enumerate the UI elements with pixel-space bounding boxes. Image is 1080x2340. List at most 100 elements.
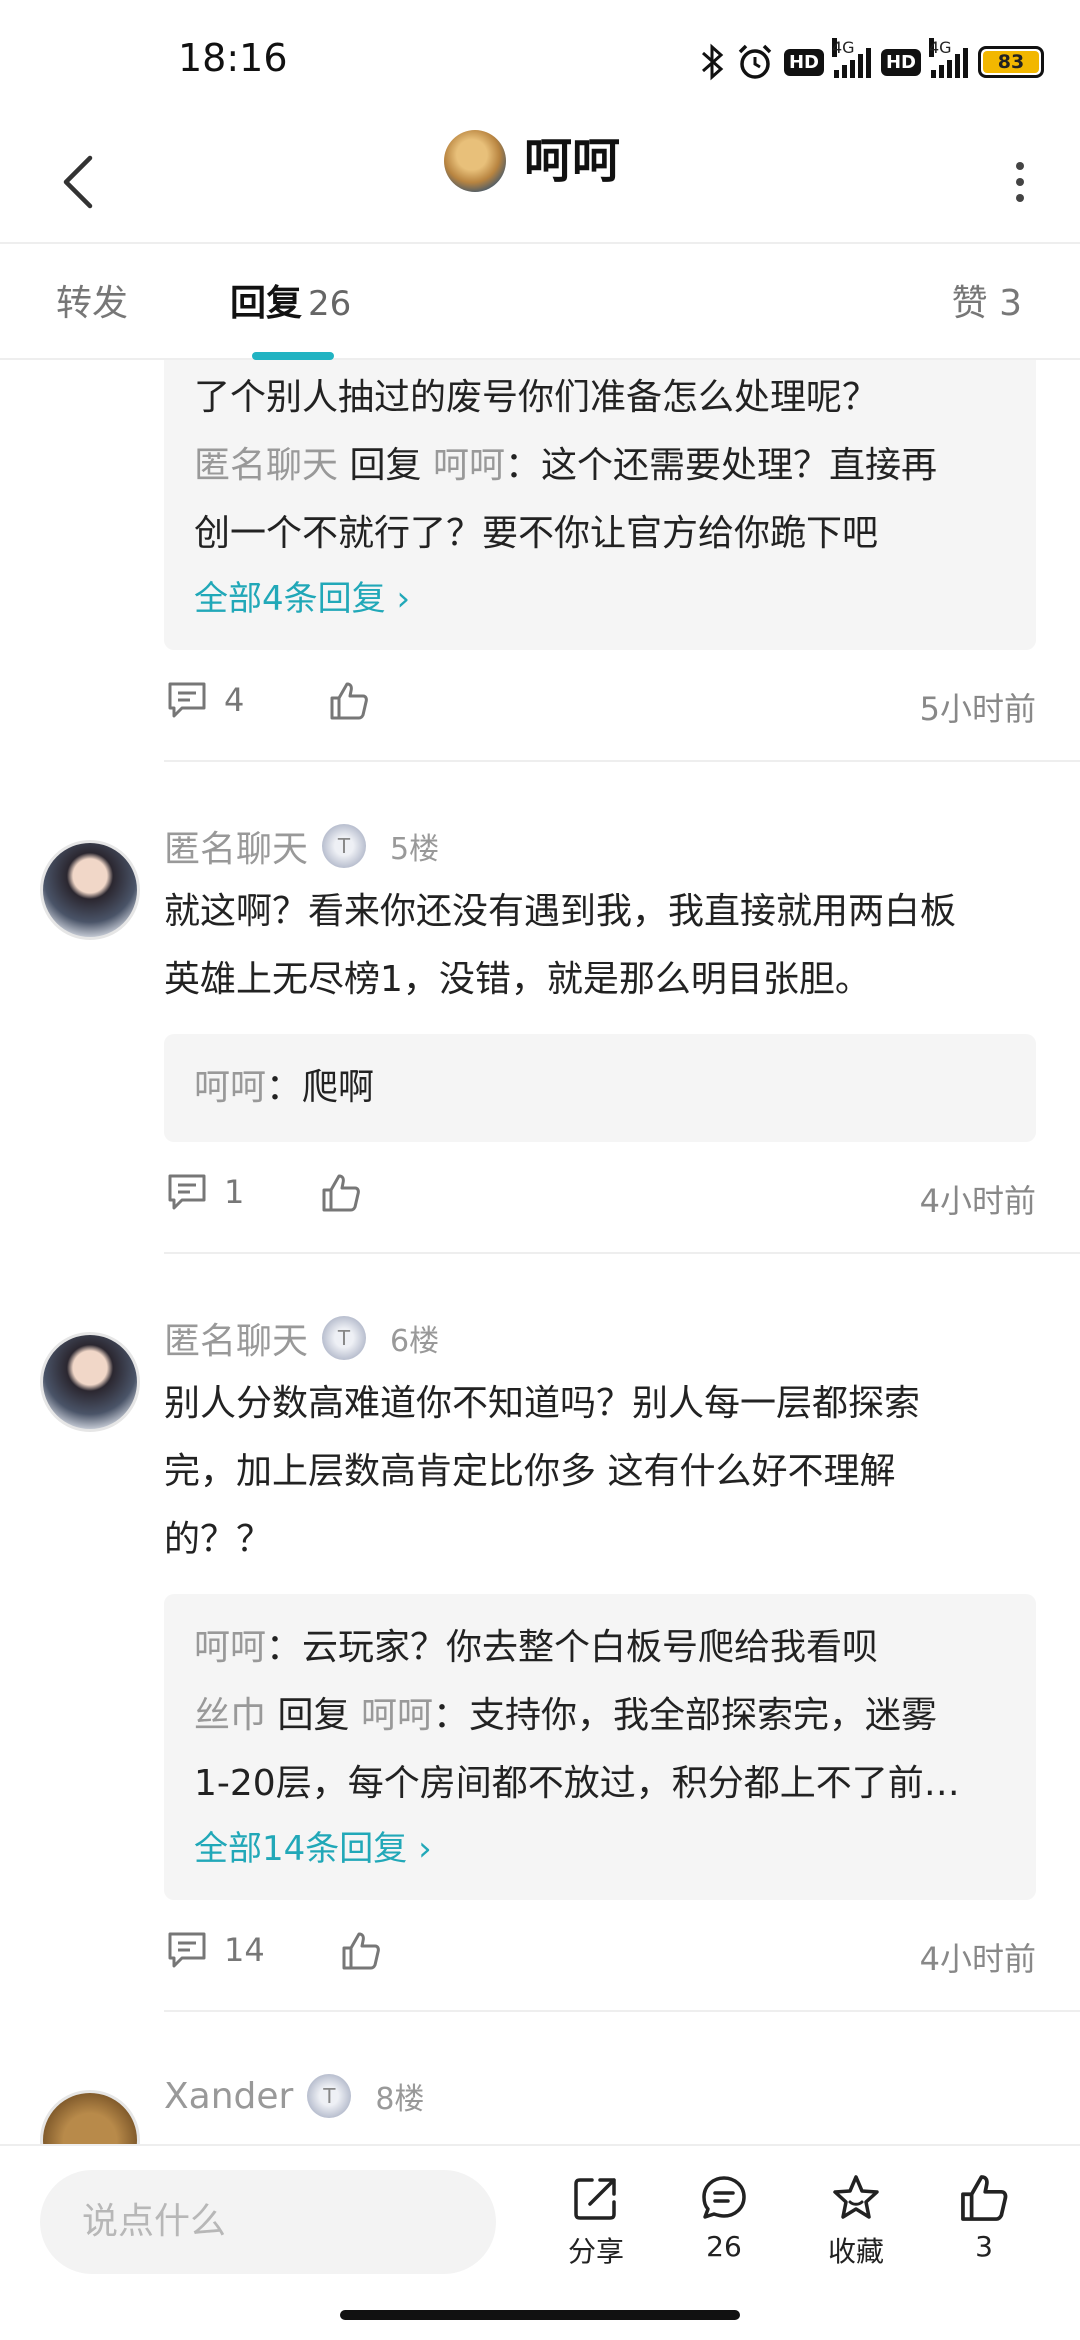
- star-icon: [833, 2175, 879, 2219]
- floor-number: 5楼: [390, 832, 440, 867]
- signal-icon: 4G: [929, 38, 968, 78]
- tab-likes[interactable]: 赞 3: [952, 274, 1022, 326]
- reply-thread-preview[interactable]: 了个别人抽过的废号你们准备怎么处理呢？ 匿名聊天 回复 呵呵：这个还需要处理？直…: [164, 360, 1036, 650]
- reply-thread-preview[interactable]: 呵呵：云玩家？你去整个白板号爬给我看呗 丝巾 回复 呵呵：支持你，我全部探索完，…: [164, 1594, 1036, 1900]
- thread-reply: 呵呵：爬啊: [194, 1054, 1006, 1122]
- comment-actions: 1 4小时前: [0, 1142, 1080, 1252]
- comment-item[interactable]: Xander T 8楼: [0, 2012, 1080, 2144]
- reply-text: ：云玩家？你去整个白板号爬给我看呗: [266, 1627, 879, 1668]
- comment-count-button[interactable]: 1: [166, 1172, 244, 1212]
- home-indicator[interactable]: [340, 2310, 740, 2320]
- comment-meta: 匿名聊天 T 5楼: [164, 818, 1080, 874]
- comment-actions: 4 5小时前: [0, 650, 1080, 760]
- favorite-button[interactable]: 收藏: [806, 2172, 906, 2270]
- thread-reply: 匿名聊天 回复 呵呵：这个还需要处理？直接再: [194, 432, 1006, 500]
- comment-time: 4小时前: [919, 1940, 1036, 1978]
- tab-replies-count: 26: [308, 284, 352, 324]
- back-arrow-icon[interactable]: [40, 142, 120, 222]
- like-button[interactable]: [328, 680, 370, 722]
- share-label: 分享: [567, 2235, 624, 2268]
- signal-icon: 4G: [831, 38, 871, 78]
- reply-author[interactable]: 匿名聊天: [194, 445, 338, 486]
- avatar[interactable]: [40, 2090, 140, 2144]
- floor-number: 8楼: [375, 2082, 425, 2117]
- battery-level: 83: [983, 51, 1039, 73]
- thread-line: 1-20层，每个房间都不放过，积分都上不了前…: [194, 1763, 960, 1804]
- comment-count: 14: [224, 1931, 265, 1969]
- reply-thread-preview[interactable]: 呵呵：爬啊: [164, 1034, 1036, 1142]
- reply-verb: 回复: [277, 1695, 350, 1736]
- author-avatar[interactable]: [444, 130, 506, 192]
- comment-body: 就这啊？看来你还没有遇到我，我直接就用两白板 英雄上无尽榜1，没错，就是那么明目…: [164, 891, 957, 1000]
- comment-count-button[interactable]: 4: [166, 680, 244, 720]
- tab-replies[interactable]: 回复 26: [230, 274, 351, 326]
- tab-active-indicator: [252, 352, 334, 360]
- reply-text: ：爬啊: [266, 1067, 375, 1108]
- page-title: 呵呵: [524, 133, 621, 189]
- level-badge-icon: T: [322, 1316, 367, 1360]
- battery-icon: 83: [978, 46, 1044, 78]
- comment-count-button[interactable]: 14: [166, 1930, 265, 1970]
- comments-button[interactable]: 26: [674, 2172, 774, 2263]
- reply-target[interactable]: 呵呵: [433, 445, 505, 486]
- level-badge-icon: T: [307, 2074, 352, 2118]
- tab-forward[interactable]: 转发: [56, 274, 128, 326]
- reply-target[interactable]: 呵呵: [361, 1695, 433, 1736]
- thread-line: 创一个不就行了？要不你让官方给你跪下吧: [194, 513, 879, 554]
- comments-count-label: 26: [706, 2230, 742, 2263]
- tab-bar: 转发 回复 26 赞 3: [0, 244, 1080, 360]
- reply-verb: 回复: [349, 445, 422, 486]
- view-all-replies-link[interactable]: 全部4条回复 ›: [194, 568, 1006, 630]
- hd-badge: HD: [880, 48, 921, 76]
- reply-text: ：支持你，我全部探索完，迷雾: [432, 1695, 937, 1736]
- alarm-icon: [738, 44, 772, 79]
- reply-author[interactable]: 呵呵: [194, 1067, 266, 1108]
- comment-icon: [168, 1932, 206, 1968]
- comment-time: 4小时前: [919, 1182, 1036, 1220]
- avatar[interactable]: [40, 840, 140, 940]
- more-options-icon[interactable]: [1000, 142, 1040, 222]
- reply-author[interactable]: 呵呵: [194, 1627, 266, 1668]
- hd-badge: HD: [783, 48, 824, 76]
- comment-meta: Xander T 8楼: [164, 2068, 1080, 2124]
- comment-bubble-icon: [702, 2176, 746, 2219]
- comment-input[interactable]: 说点什么: [40, 2170, 496, 2274]
- floor-number: 6楼: [390, 1324, 440, 1359]
- status-icons: HD 4G HD 4G 83: [700, 38, 1044, 84]
- comment-body: 别人分数高难道你不知道吗？别人每一层都探索 完，加上层数高肯定比你多 这有什么好…: [164, 1383, 921, 1560]
- comment-count: 4: [224, 681, 245, 719]
- thumbs-up-icon: [322, 1174, 360, 1212]
- comment-author[interactable]: Xander: [164, 2076, 293, 2117]
- like-post-button[interactable]: 3: [934, 2172, 1034, 2263]
- reply-time: 5小时前: [919, 690, 1036, 728]
- avatar[interactable]: [40, 1332, 140, 1432]
- like-button[interactable]: [340, 1930, 382, 1972]
- status-bar: 18:16 HD 4G HD 4G 83: [0, 0, 1080, 120]
- comment-count: 1: [224, 1173, 245, 1211]
- replies-list[interactable]: 了个别人抽过的废号你们准备怎么处理呢？ 匿名聊天 回复 呵呵：这个还需要处理？直…: [0, 360, 1080, 2144]
- thread-line: 了个别人抽过的废号你们准备怎么处理呢？: [194, 377, 879, 418]
- like-button[interactable]: [320, 1172, 362, 1214]
- favorite-label: 收藏: [827, 2235, 884, 2268]
- comment-icon: [168, 1174, 206, 1210]
- view-all-replies-link[interactable]: 全部14条回复 ›: [194, 1818, 1006, 1880]
- comment-author[interactable]: 匿名聊天: [164, 1312, 308, 1364]
- comment-meta: 匿名聊天 T 6楼: [164, 1310, 1080, 1366]
- thread-reply: 丝巾 回复 呵呵：支持你，我全部探索完，迷雾: [194, 1682, 1006, 1750]
- comment-item[interactable]: 匿名聊天 T 6楼 别人分数高难道你不知道吗？别人每一层都探索 完，加上层数高肯…: [0, 1254, 1080, 2012]
- reply-author[interactable]: 丝巾: [194, 1695, 266, 1736]
- share-button[interactable]: 分享: [546, 2172, 646, 2270]
- tab-replies-label: 回复: [230, 283, 303, 324]
- likes-count-label: 3: [975, 2230, 993, 2263]
- status-time: 18:16: [178, 36, 288, 80]
- comment-author[interactable]: 匿名聊天: [164, 820, 308, 872]
- bottom-action-bar: 说点什么 分享 26 收藏 3: [0, 2144, 1080, 2290]
- thread-reply: 呵呵：云玩家？你去整个白板号爬给我看呗: [194, 1614, 1006, 1682]
- share-icon: [574, 2178, 616, 2220]
- comment-item[interactable]: 匿名聊天 T 5楼 就这啊？看来你还没有遇到我，我直接就用两白板 英雄上无尽榜1…: [0, 762, 1080, 1254]
- reply-text: ：这个还需要处理？直接再: [504, 445, 937, 486]
- level-badge-icon: T: [322, 824, 367, 868]
- thumbs-up-icon: [961, 2175, 1008, 2221]
- bluetooth-icon: [701, 43, 724, 81]
- top-app-bar: 呵呵: [0, 120, 1080, 244]
